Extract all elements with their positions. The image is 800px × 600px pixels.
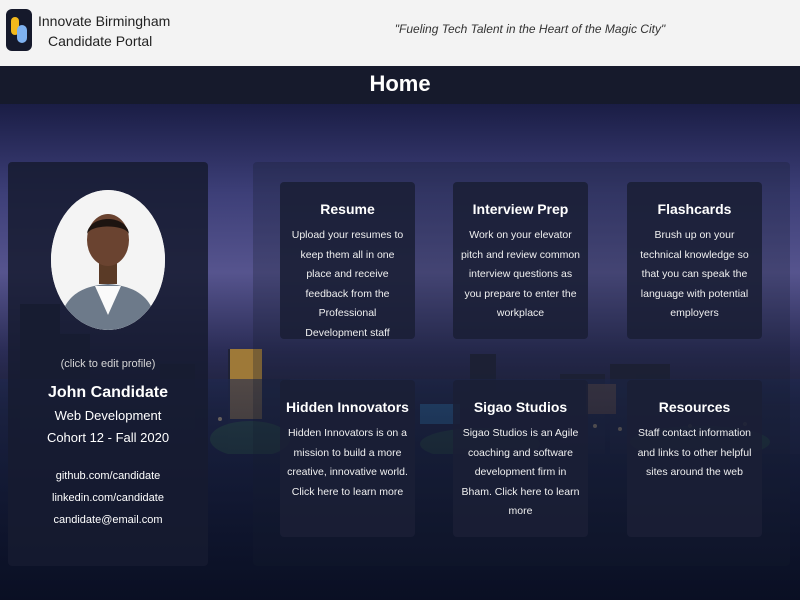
- brand-logo-icon[interactable]: [6, 9, 32, 51]
- top-header: Innovate Birmingham Candidate Portal "Fu…: [0, 0, 800, 66]
- card-description: Upload your resumes to keep them all in …: [291, 229, 404, 339]
- card-description: Staff contact information and links to o…: [637, 427, 752, 478]
- brand-name: Innovate Birmingham Candidate Portal: [38, 11, 170, 51]
- card-flashcards[interactable]: Flashcards Brush up on your technical kn…: [627, 182, 762, 339]
- linkedin-link[interactable]: linkedin.com/candidate: [8, 492, 208, 504]
- email-link[interactable]: candidate@email.com: [8, 514, 208, 526]
- card-title: Resume: [320, 201, 375, 217]
- card-title: Resources: [658, 399, 731, 415]
- card-title: Hidden Innovators: [286, 399, 409, 415]
- page-title: Home: [0, 66, 800, 104]
- edit-profile-link[interactable]: (click to edit profile): [8, 358, 208, 370]
- profile-track: Web Development: [54, 408, 162, 423]
- card-description: Work on your elevator pitch and review c…: [460, 229, 581, 319]
- card-description: Sigao Studios is an Agile coaching and s…: [461, 427, 580, 517]
- github-link[interactable]: github.com/candidate: [8, 470, 208, 482]
- card-title: Interview Prep: [472, 201, 569, 217]
- card-resources[interactable]: Resources Staff contact information and …: [627, 380, 762, 537]
- profile-name: John Candidate: [47, 384, 168, 401]
- card-resume[interactable]: Resume Upload your resumes to keep them …: [280, 182, 415, 339]
- person-photo-icon: [51, 190, 165, 330]
- card-interview-prep[interactable]: Interview Prep Work on your elevator pit…: [453, 182, 588, 339]
- card-title: Sigao Studios: [473, 399, 568, 415]
- card-title: Flashcards: [657, 201, 732, 217]
- card-sigao-studios[interactable]: Sigao Studios Sigao Studios is an Agile …: [453, 380, 588, 537]
- profile-cohort: Cohort 12 - Fall 2020: [46, 430, 170, 445]
- card-hidden-innovators[interactable]: Hidden Innovators Hidden Innovators is o…: [280, 380, 415, 537]
- brand-line-1: Innovate Birmingham: [38, 13, 171, 29]
- card-description: Brush up on your technical knowledge so …: [640, 229, 749, 319]
- brand-line-2: Candidate Portal: [48, 33, 153, 49]
- card-description: Hidden Innovators is on a mission to bui…: [287, 427, 408, 498]
- avatar[interactable]: [51, 190, 165, 330]
- cards-area: Resume Upload your resumes to keep them …: [253, 162, 790, 566]
- profile-panel: (click to edit profile) John Candidate W…: [8, 162, 208, 566]
- tagline: "Fueling Tech Talent in the Heart of the…: [394, 22, 666, 36]
